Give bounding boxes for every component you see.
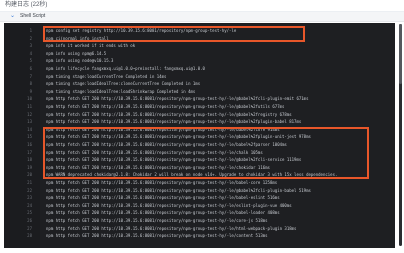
log-text: npm info using node@v10.15.3 (46, 58, 114, 64)
log-terminal[interactable]: 1 npm config set registry http://10.39.15… (4, 23, 395, 248)
log-line: 6 npm info lifecycle fangxmxq.ui@1.0.0~pr… (4, 66, 395, 71)
line-number: 26 (27, 218, 32, 223)
log-text: npm info it worked if it ends with ok (46, 43, 136, 49)
log-text: npm http fetch GET 200 http://10.39.15.6… (46, 225, 297, 231)
build-log-header: 构建日志 (22秒) (0, 0, 404, 12)
line-number: 12 (27, 111, 32, 117)
line-number: 21 (27, 180, 32, 185)
log-line: 3 npm info it worked if it ends with ok (4, 43, 395, 48)
log-line: 19 npm http fetch GET 200 http://10.39.15… (4, 165, 395, 170)
line-number: 28 (27, 233, 32, 239)
log-line: 26 npm http fetch GET 200 http://10.39.15… (4, 218, 395, 223)
line-number: 6 (29, 66, 32, 71)
log-text: npm ci(normal info install (46, 35, 109, 41)
line-number: 16 (27, 142, 32, 147)
log-line: 18 npm http fetch GET 200 http://10.39.15… (4, 157, 395, 162)
line-number: 23 (27, 195, 32, 201)
line-number: 9 (29, 88, 32, 94)
chevron-down-icon[interactable]: ⌄ (9, 13, 16, 20)
log-text: npm info lifecycle fangxmxq.ui@1.0.0~pre… (46, 66, 205, 71)
log-text: npm http fetch GET 200 http://10.39.15.6… (46, 218, 268, 223)
log-line: 10 npm http fetch GET 200 http://10.39.15… (4, 96, 395, 101)
line-number: 10 (27, 96, 32, 102)
line-number: 15 (27, 134, 32, 140)
line-number: 2 (29, 35, 32, 41)
log-text: npm http fetch GET 200 http://10.39.15.6… (46, 202, 292, 208)
log-text: npm http fetch GET 200 http://10.39.15.6… (46, 157, 302, 163)
shell-script-step-header[interactable]: ⌄ Shell Script (0, 12, 404, 22)
line-number: 11 (27, 104, 32, 109)
line-number: 7 (29, 73, 32, 79)
line-number: 1 (29, 28, 32, 33)
log-line: 7 npm timing stage:loadCurrentTree Comple… (4, 74, 395, 79)
log-line: 12 npm http fetch GET 200 http://10.39.15… (4, 112, 395, 117)
log-text: npm http fetch GET 200 http://10.39.15.6… (46, 119, 302, 125)
log-line: 17 npm http fetch GET 200 http://10.39.15… (4, 150, 395, 155)
log-text: npm http fetch GET 200 http://10.39.15.6… (46, 149, 263, 155)
line-number: 22 (27, 187, 32, 193)
log-line: 8 npm timing stage:loadIdealTree:cloneCur… (4, 81, 395, 86)
log-line: 1 npm config set registry http://10.39.15… (4, 28, 395, 33)
log-text: npm info using npm@6.14.5 (46, 50, 107, 56)
log-line: 16 npm http fetch GET 200 http://10.39.15… (4, 142, 395, 147)
log-line: 24 npm http fetch GET 200 http://10.39.15… (4, 203, 395, 208)
line-number: 4 (29, 50, 32, 56)
log-text: npm http fetch GET 200 http://10.39.15.6… (46, 142, 287, 147)
line-number: 5 (29, 58, 32, 64)
log-line: 2 npm ci(normal info install (4, 36, 395, 41)
line-number: 25 (27, 210, 32, 216)
log-text: npm http fetch GET 200 http://10.39.15.6… (46, 164, 270, 170)
build-log-title: 构建日志 (22秒) (5, 2, 48, 8)
log-text: npm http fetch GET 200 http://10.39.15.6… (46, 187, 311, 193)
log-text: npm http fetch GET 200 http://10.39.15.6… (46, 96, 309, 102)
log-line: 27 npm http fetch GET 200 http://10.39.15… (4, 226, 395, 231)
log-text: npm http fetch GET 200 http://10.39.15.6… (46, 111, 292, 117)
log-line: 25 npm http fetch GET 200 http://10.39.15… (4, 210, 395, 215)
log-text: npm http fetch GET 200 http://10.39.15.6… (46, 233, 268, 239)
line-number: 20 (27, 172, 32, 178)
log-line: 28 npm http fetch GET 200 http://10.39.15… (4, 233, 395, 238)
log-line: 11 npm http fetch GET 200 http://10.39.15… (4, 104, 395, 109)
line-number: 18 (27, 157, 32, 163)
line-number: 17 (27, 149, 32, 155)
log-text: npm http fetch GET 200 http://10.39.15.6… (46, 180, 278, 185)
log-text: npm http fetch GET 200 http://10.39.15.6… (46, 195, 280, 201)
line-number: 19 (27, 164, 32, 170)
log-text: npm http fetch GET 200 http://10.39.15.6… (46, 104, 285, 109)
log-line: 21 npm http fetch GET 200 http://10.39.15… (4, 180, 395, 185)
line-number: 24 (27, 202, 32, 208)
line-number: 14 (27, 126, 32, 132)
log-line: 23 npm http fetch GET 200 http://10.39.15… (4, 195, 395, 200)
line-number: 3 (29, 43, 32, 49)
log-text: npm http fetch GET 200 http://10.39.15.6… (46, 134, 311, 140)
log-line: 5 npm info using node@v10.15.3 (4, 58, 395, 63)
log-line: 22 npm http fetch GET 200 http://10.39.15… (4, 188, 395, 193)
line-number: 8 (29, 81, 32, 87)
log-text: npm http fetch GET 200 http://10.39.15.6… (46, 210, 280, 216)
log-line: 4 npm info using npm@6.14.5 (4, 51, 395, 56)
log-line: 9 npm timing stage:loadIdealTree:loadShri… (4, 89, 395, 94)
log-line: 14 npm http fetch GET 200 http://10.39.15… (4, 127, 395, 132)
step-label: Shell Script (20, 13, 46, 19)
line-number: 27 (27, 225, 32, 231)
log-text: npm http fetch GET 200 http://10.39.15.6… (46, 126, 280, 132)
log-scrollbar[interactable] (399, 24, 402, 246)
log-text: npm config set registry http://10.39.15.… (46, 28, 237, 33)
log-text: npm timing stage:loadIdealTree:loadShrin… (46, 88, 196, 94)
log-line: 20 npm WARN deprecated chokidar@2.1.8: Ch… (4, 172, 395, 177)
log-text: npm timing stage:loadIdealTree:cloneCurr… (46, 81, 201, 87)
log-text: npm timing stage:loadCurrentTree Complet… (46, 73, 167, 79)
log-text: npm WARN deprecated chokidar@2.1.8: Chok… (46, 172, 338, 178)
log-line: 13 npm http fetch GET 200 http://10.39.15… (4, 119, 395, 124)
log-line: 15 npm http fetch GET 200 http://10.39.15… (4, 134, 395, 139)
scrollbar-thumb[interactable] (399, 24, 402, 84)
line-number: 13 (27, 119, 32, 125)
